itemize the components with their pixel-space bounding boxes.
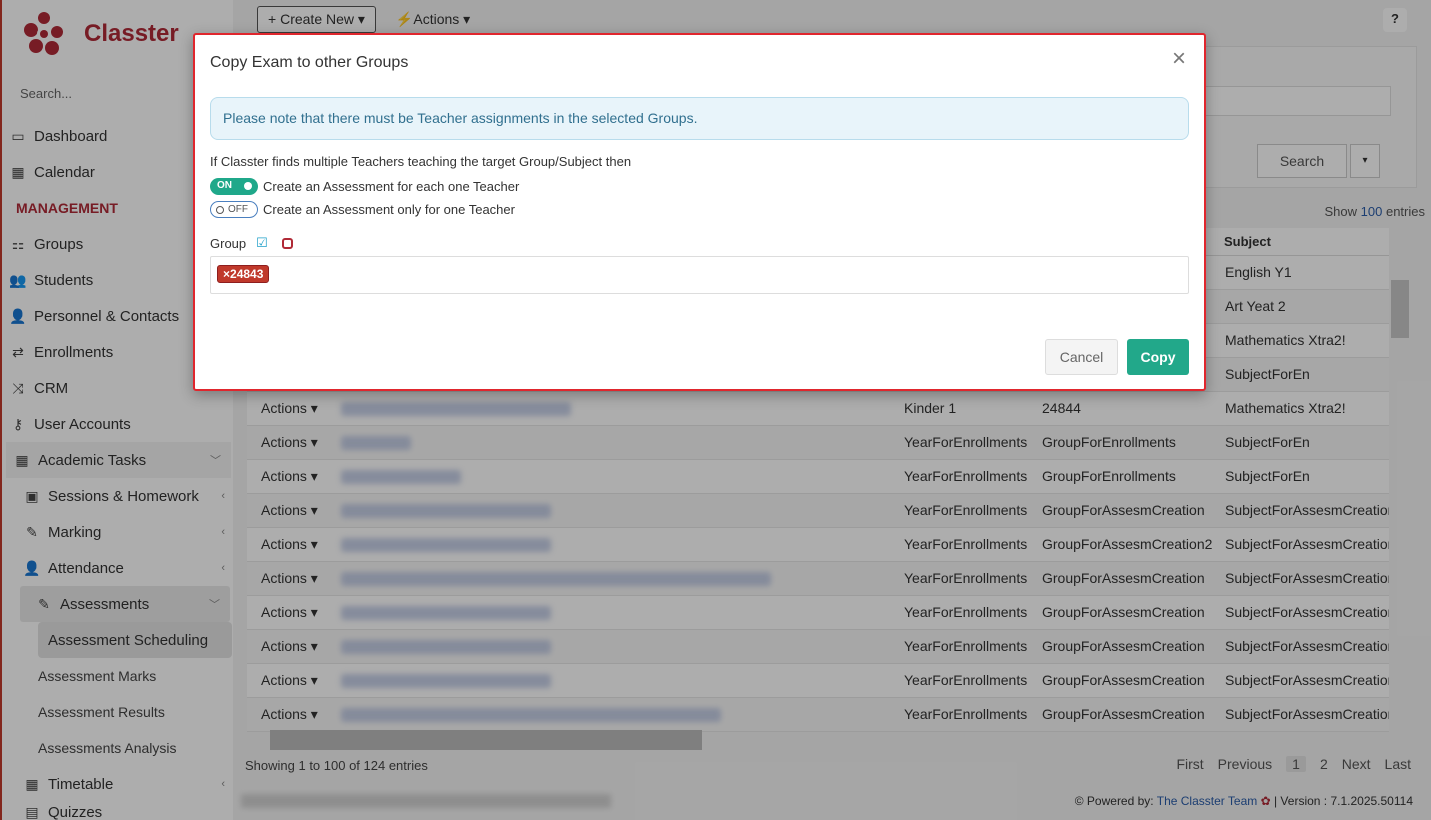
app-root: Classter Search... ▭ Dashboard ▦ Calendar … xyxy=(0,0,1431,820)
toggle-one-teacher[interactable]: OFF xyxy=(210,201,258,218)
option-each-teacher: ON Create an Assessment for each one Tea… xyxy=(210,178,519,195)
check-square-icon[interactable]: ☑ xyxy=(256,235,268,251)
toggle-each-teacher[interactable]: ON xyxy=(210,178,258,195)
info-alert: Please note that there must be Teacher a… xyxy=(210,97,1189,140)
copy-exam-modal: Copy Exam to other Groups × Please note … xyxy=(193,33,1206,391)
group-tags-input[interactable]: ×24843 xyxy=(210,256,1189,294)
group-field-label: Group ☑ xyxy=(210,235,293,251)
teachers-question: If Classter finds multiple Teachers teac… xyxy=(210,154,632,169)
copy-button[interactable]: Copy xyxy=(1127,339,1189,375)
option-one-teacher: OFF Create an Assessment only for one Te… xyxy=(210,201,515,218)
cancel-button[interactable]: Cancel xyxy=(1045,339,1118,375)
square-icon[interactable] xyxy=(281,237,293,249)
remove-tag-icon[interactable]: × xyxy=(223,267,230,281)
close-icon[interactable]: × xyxy=(1172,47,1186,71)
modal-title: Copy Exam to other Groups xyxy=(210,54,409,71)
group-tag[interactable]: ×24843 xyxy=(217,265,270,283)
